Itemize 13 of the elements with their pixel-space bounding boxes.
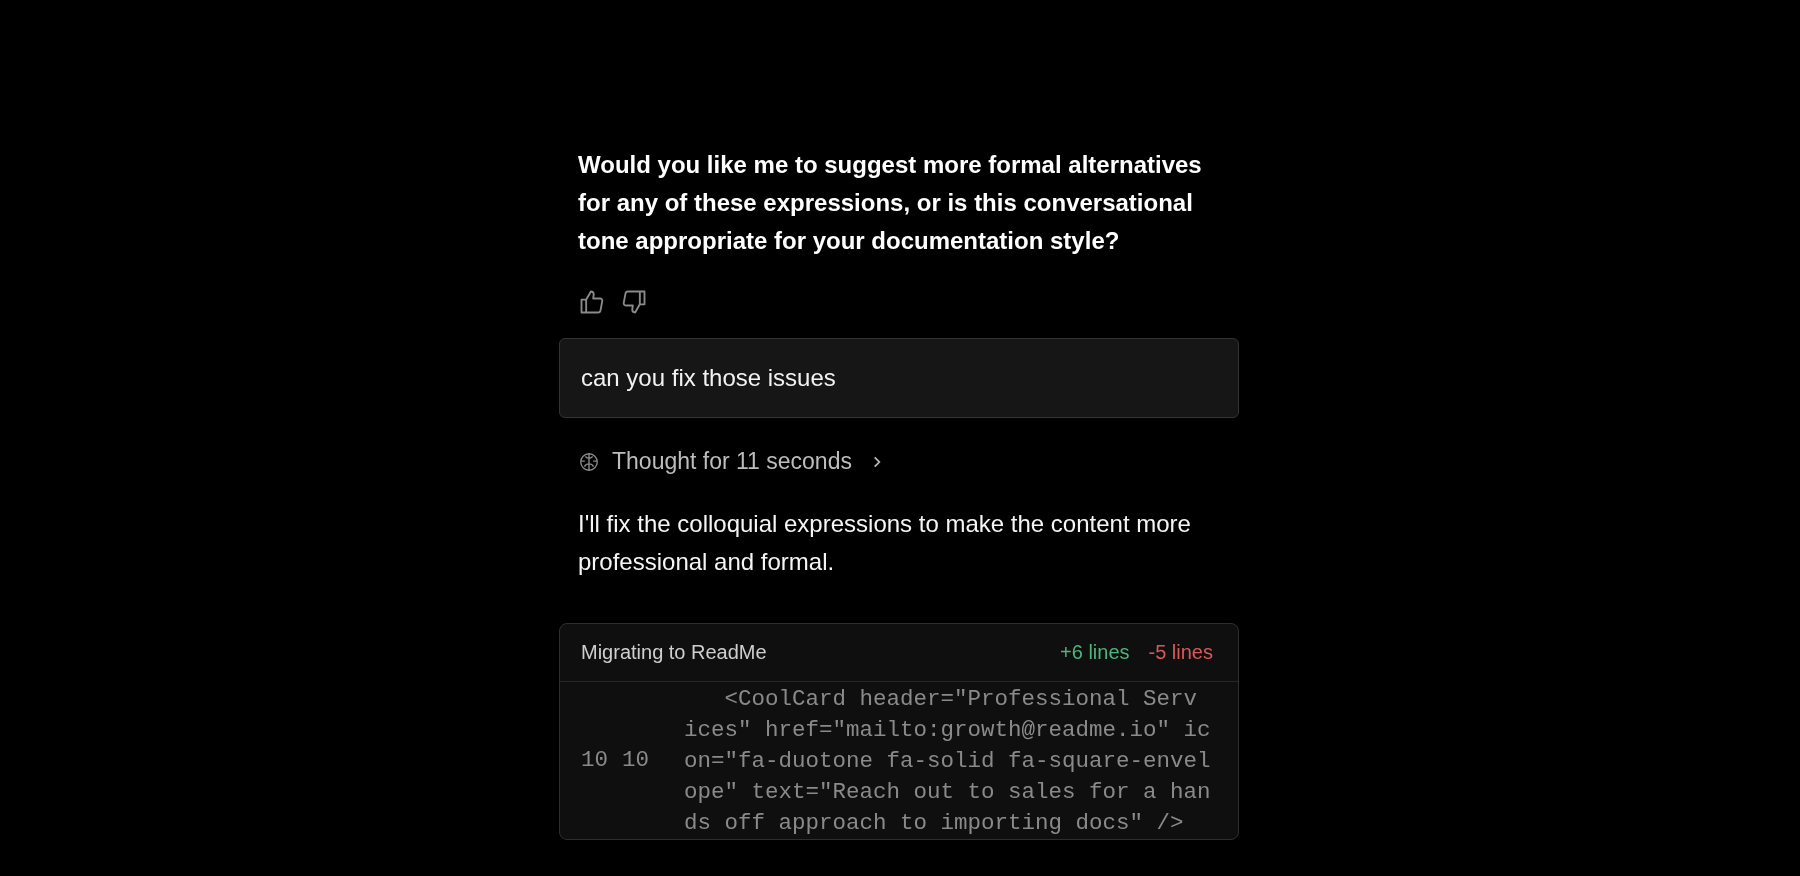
line-number: 10 [580, 746, 609, 775]
added-lines-count: +6 lines [1060, 641, 1130, 664]
file-title: Migrating to ReadMe [581, 641, 768, 664]
thumbs-down-icon[interactable] [620, 288, 648, 316]
user-message: can you fix those issues [559, 338, 1239, 418]
line-number: 10 [621, 746, 650, 775]
assistant-message: Would you like me to suggest more formal alternatives for any of these expressions, or is this conversational tone appropriate for your documentation style? [578, 150, 1203, 256]
removed-lines-count: -5 lines [1148, 641, 1213, 664]
thumbs-up-icon[interactable] [578, 288, 606, 316]
brain-icon [578, 450, 600, 473]
thought-toggle[interactable]: Thought for 11 seconds [578, 448, 884, 475]
code-line: <CoolCard header="Professional Services" href="mailto:growth@readme.io" icon="fa-duotone fa-solid fa-square-envelope" text="Reach out to sales for a hands off approach to importing docs" /> [683, 685, 1211, 838]
assistant-message: I'll fix the colloquial expressions to make the content more professional and formal. [578, 509, 1192, 577]
